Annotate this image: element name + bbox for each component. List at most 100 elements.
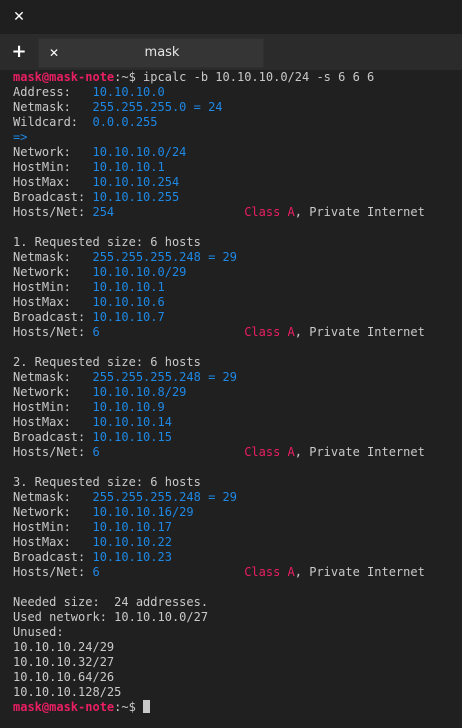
terminal-text: 10.10.10.254 bbox=[92, 175, 180, 189]
title-bar: ✕ bbox=[0, 0, 462, 34]
terminal-line: Netmask: 255.255.255.248 = 29 bbox=[13, 250, 462, 265]
terminal-text: 10.10.10.23 bbox=[92, 550, 172, 564]
terminal-line: Broadcast: 10.10.10.15 bbox=[13, 430, 462, 445]
terminal-line: HostMax: 10.10.10.6 bbox=[13, 295, 462, 310]
terminal-text: Broadcast: bbox=[13, 550, 93, 564]
terminal-text: 1. Requested size: 6 hosts bbox=[13, 235, 201, 249]
terminal-text: 0.0.0.255 bbox=[92, 115, 158, 129]
terminal-text: 10.10.10.24/29 bbox=[13, 640, 115, 654]
terminal-lines: mask@mask-note:~$ ipcalc -b 10.10.10.0/2… bbox=[13, 70, 462, 715]
terminal-line: Address: 10.10.10.0 bbox=[13, 85, 462, 100]
terminal-line: HostMin: 10.10.10.9 bbox=[13, 400, 462, 415]
terminal-text: Network: bbox=[13, 265, 93, 279]
terminal-text: Class A bbox=[244, 565, 295, 579]
terminal-line: Broadcast: 10.10.10.255 bbox=[13, 190, 462, 205]
terminal-line: Hosts/Net: 6 Class A, Private Internet bbox=[13, 445, 462, 460]
terminal-line: HostMin: 10.10.10.1 bbox=[13, 280, 462, 295]
terminal-text: , Private Internet bbox=[294, 205, 425, 219]
terminal-text: 6 bbox=[92, 325, 245, 339]
terminal-line: HostMin: 10.10.10.1 bbox=[13, 160, 462, 175]
terminal-text: 2. Requested size: 6 hosts bbox=[13, 355, 201, 369]
terminal-text: Needed size: 24 addresses. bbox=[13, 595, 209, 609]
tab-title: mask bbox=[144, 45, 180, 60]
terminal-line: HostMax: 10.10.10.22 bbox=[13, 535, 462, 550]
terminal-text: Netmask: bbox=[13, 490, 93, 504]
terminal-line: 3. Requested size: 6 hosts bbox=[13, 475, 462, 490]
terminal-line: Hosts/Net: 6 Class A, Private Internet bbox=[13, 565, 462, 580]
terminal-text: HostMin: bbox=[13, 280, 93, 294]
close-icon[interactable]: ✕ bbox=[10, 8, 28, 26]
terminal-line: Wildcard: 0.0.0.255 bbox=[13, 115, 462, 130]
terminal-text: Broadcast: bbox=[13, 190, 93, 204]
terminal-line: 10.10.10.32/27 bbox=[13, 655, 462, 670]
terminal-line: Used network: 10.10.10.0/27 bbox=[13, 610, 462, 625]
terminal-text: Netmask: bbox=[13, 100, 93, 114]
terminal-text: 255.255.255.248 = 29 bbox=[92, 370, 237, 384]
terminal-text: :~$ bbox=[114, 700, 144, 714]
terminal-text: HostMin: bbox=[13, 520, 93, 534]
terminal-line: HostMin: 10.10.10.17 bbox=[13, 520, 462, 535]
terminal-line: Network: 10.10.10.0/24 bbox=[13, 145, 462, 160]
terminal-text: Netmask: bbox=[13, 370, 93, 384]
terminal-text: Hosts/Net: bbox=[13, 205, 93, 219]
terminal-line: Netmask: 255.255.255.248 = 29 bbox=[13, 490, 462, 505]
plus-icon[interactable]: + bbox=[8, 40, 30, 64]
terminal-text: Hosts/Net: bbox=[13, 325, 93, 339]
terminal-text: HostMax: bbox=[13, 175, 93, 189]
terminal-text: 10.10.10.255 bbox=[92, 190, 180, 204]
terminal-output[interactable]: mask@mask-note:~$ ipcalc -b 10.10.10.0/2… bbox=[0, 70, 462, 728]
terminal-line: Unused: bbox=[13, 625, 462, 640]
terminal-text: HostMin: bbox=[13, 400, 93, 414]
terminal-text: , Private Internet bbox=[294, 565, 425, 579]
terminal-text: HostMin: bbox=[13, 160, 93, 174]
tab-mask[interactable]: ✕ mask bbox=[38, 38, 264, 68]
terminal-text: HostMax: bbox=[13, 295, 93, 309]
terminal-text: Network: bbox=[13, 505, 93, 519]
terminal-text: 10.10.10.8/29 bbox=[92, 385, 187, 399]
terminal-text: 6 bbox=[92, 565, 245, 579]
terminal-text: 10.10.10.128/25 bbox=[13, 685, 122, 699]
terminal-text: 10.10.10.7 bbox=[92, 310, 165, 324]
terminal-line: HostMax: 10.10.10.14 bbox=[13, 415, 462, 430]
terminal-text: 10.10.10.16/29 bbox=[92, 505, 194, 519]
terminal-text: HostMax: bbox=[13, 415, 93, 429]
terminal-line: 1. Requested size: 6 hosts bbox=[13, 235, 462, 250]
terminal-text: , Private Internet bbox=[294, 445, 425, 459]
terminal-text: Hosts/Net: bbox=[13, 565, 93, 579]
terminal-text: Hosts/Net: bbox=[13, 445, 93, 459]
terminal-line: Network: 10.10.10.0/29 bbox=[13, 265, 462, 280]
terminal-text: Unused: bbox=[13, 625, 64, 639]
terminal-text: 255.255.255.248 = 29 bbox=[92, 490, 237, 504]
terminal-text: 10.10.10.0/24 bbox=[92, 145, 187, 159]
terminal-text: 10.10.10.22 bbox=[92, 535, 172, 549]
terminal-text: 10.10.10.17 bbox=[92, 520, 172, 534]
terminal-line: 2. Requested size: 6 hosts bbox=[13, 355, 462, 370]
terminal-line: Hosts/Net: 254 Class A, Private Internet bbox=[13, 205, 462, 220]
prompt-text: mask@mask-note bbox=[13, 700, 115, 714]
terminal-text: Network: bbox=[13, 385, 93, 399]
terminal-line: 10.10.10.128/25 bbox=[13, 685, 462, 700]
terminal-text: 10.10.10.64/26 bbox=[13, 670, 115, 684]
terminal-text: => bbox=[13, 130, 28, 144]
cursor bbox=[143, 700, 151, 713]
terminal-text: 254 bbox=[92, 205, 245, 219]
terminal-text: Used network: 10.10.10.0/27 bbox=[13, 610, 209, 624]
terminal-text: 255.255.255.0 = 24 bbox=[92, 100, 223, 114]
close-icon[interactable]: ✕ bbox=[47, 44, 61, 62]
terminal-line: Needed size: 24 addresses. bbox=[13, 595, 462, 610]
terminal-text: Wildcard: bbox=[13, 115, 93, 129]
terminal-line: Network: 10.10.10.8/29 bbox=[13, 385, 462, 400]
terminal-text: Class A bbox=[244, 445, 295, 459]
terminal-line: Netmask: 255.255.255.0 = 24 bbox=[13, 100, 462, 115]
terminal-text: 10.10.10.32/27 bbox=[13, 655, 115, 669]
terminal-text: 10.10.10.0/29 bbox=[92, 265, 187, 279]
terminal-line: 10.10.10.24/29 bbox=[13, 640, 462, 655]
terminal-text: 10.10.10.9 bbox=[92, 400, 165, 414]
terminal-line: mask@mask-note:~$ ipcalc -b 10.10.10.0/2… bbox=[13, 70, 462, 85]
terminal-text: 10.10.10.14 bbox=[92, 415, 172, 429]
terminal-text: Broadcast: bbox=[13, 310, 93, 324]
terminal-text: 10.10.10.1 bbox=[92, 160, 165, 174]
